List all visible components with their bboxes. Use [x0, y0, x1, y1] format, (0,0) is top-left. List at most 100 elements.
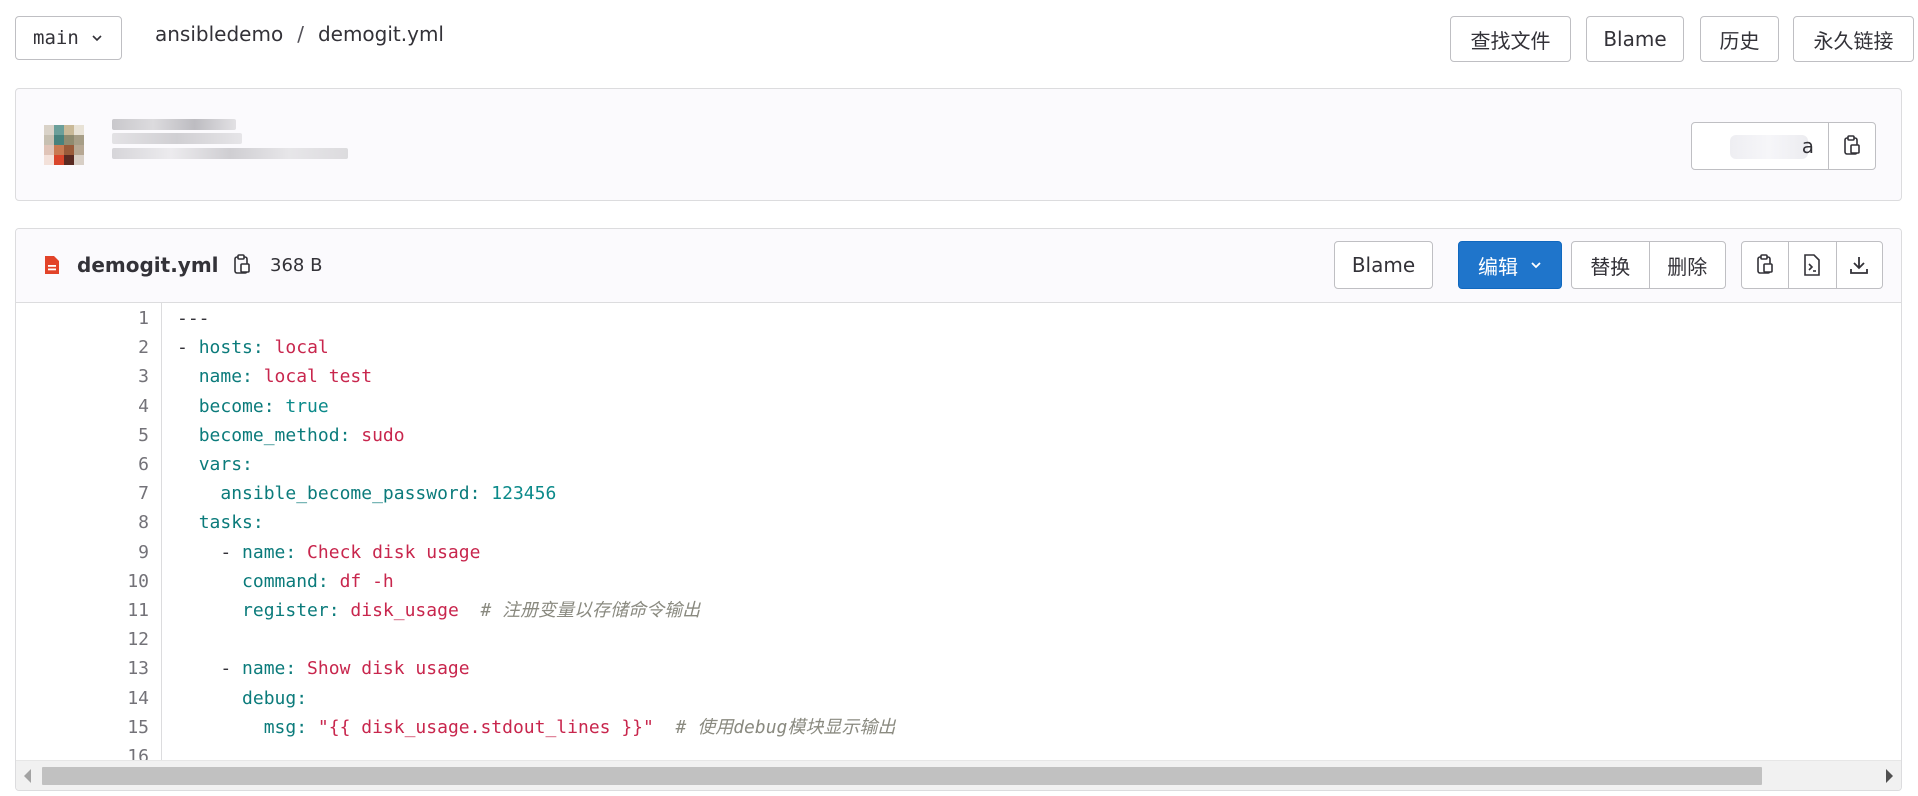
code-token: --- [177, 308, 210, 329]
line-number[interactable]: 7 [89, 479, 149, 508]
code-token: # 注册变量以存储命令输出 [458, 600, 701, 621]
code-token: tasks: [198, 512, 264, 534]
replace-delete-group: 替换 删除 [1571, 241, 1726, 289]
code-token: Check disk usage [296, 541, 481, 563]
file-icon [45, 256, 59, 274]
code-token: true [274, 395, 329, 417]
avatar[interactable] [38, 121, 90, 173]
open-raw-button[interactable] [1788, 242, 1835, 288]
code-line: - name: Show disk usage [177, 654, 470, 683]
line-number[interactable]: 4 [89, 392, 149, 421]
code-token: - [177, 541, 243, 563]
line-number[interactable]: 1 [89, 304, 149, 333]
raw-file-icon [1804, 254, 1821, 276]
code-token: name: [242, 658, 297, 680]
scrollbar-thumb[interactable] [42, 767, 1762, 785]
edit-label: 编辑 [1478, 254, 1518, 279]
code-line: msg: "{{ disk_usage.stdout_lines }}" # 使… [177, 713, 896, 742]
breadcrumb: ansibledemo / demogit.yml [155, 22, 444, 46]
delete-button[interactable]: 删除 [1648, 242, 1726, 288]
file-size: 368 B [270, 255, 323, 276]
line-number[interactable]: 13 [89, 654, 149, 683]
code-line: name: local test [177, 362, 372, 391]
line-number[interactable]: 16 [89, 742, 149, 761]
branch-selector[interactable]: main [15, 16, 122, 60]
chevron-down-icon [1531, 262, 1541, 269]
code-token: msg: [263, 716, 308, 738]
line-number[interactable]: 14 [89, 684, 149, 713]
last-commit-panel: a [15, 88, 1902, 201]
line-number[interactable]: 8 [89, 508, 149, 537]
code-token: name: [198, 366, 253, 388]
branch-name: main [33, 27, 79, 49]
code-token: - [177, 658, 243, 680]
breadcrumb-separator: / [297, 22, 304, 46]
file-viewer: demogit.yml 368 B Blame 编辑 替换 删除 1234567… [15, 228, 1902, 791]
code-token: - [177, 337, 199, 359]
copy-contents-button[interactable] [1742, 242, 1788, 288]
find-file-button[interactable]: 查找文件 [1450, 16, 1571, 62]
code-token: local [263, 337, 329, 359]
history-button[interactable]: 历史 [1700, 16, 1779, 62]
code-token: # 使用debug模块显示输出 [653, 716, 896, 738]
breadcrumb-project-link[interactable]: ansibledemo [155, 22, 283, 46]
code-token: name: [242, 541, 297, 563]
line-number[interactable]: 2 [89, 333, 149, 362]
replace-button[interactable]: 替换 [1572, 242, 1649, 288]
copy-sha-button[interactable] [1829, 123, 1875, 169]
chevron-down-icon [92, 35, 102, 42]
code-token: sudo [350, 424, 405, 446]
copy-icon [1757, 254, 1773, 274]
breadcrumb-file-link[interactable]: demogit.yml [318, 22, 444, 46]
line-number[interactable]: 9 [89, 538, 149, 567]
commit-title-redacted [112, 119, 236, 130]
horizontal-scrollbar[interactable] [16, 760, 1901, 790]
line-number-gutter: 1 2 3 4 5 6 7 8 9 10 11 12 13 14 15 16 [16, 303, 162, 761]
permalink-button[interactable]: 永久链接 [1793, 16, 1914, 62]
copy-path-icon[interactable] [232, 253, 252, 277]
code-token: command: [242, 570, 329, 592]
code-token: ansible_become_password: [220, 483, 481, 505]
line-number[interactable]: 10 [89, 567, 149, 596]
code-token: 123456 [480, 483, 557, 505]
code-line: become: true [177, 392, 329, 421]
code-token: vars: [198, 454, 253, 475]
scroll-left-arrow[interactable] [24, 769, 31, 783]
code-token: disk_usage [339, 600, 459, 621]
code-line: vars: [177, 450, 253, 479]
commit-sha[interactable]: a [1692, 123, 1829, 169]
download-button[interactable] [1835, 242, 1882, 288]
blame-button[interactable]: Blame [1334, 241, 1433, 289]
edit-dropdown-button[interactable]: 编辑 [1458, 241, 1562, 289]
code-token: register: [242, 600, 340, 621]
line-number[interactable]: 5 [89, 421, 149, 450]
line-number[interactable]: 12 [89, 625, 149, 654]
code-token: df -h [328, 570, 394, 592]
scroll-right-arrow[interactable] [1886, 769, 1893, 783]
code-line: become_method: sudo [177, 421, 405, 450]
code-line: register: disk_usage # 注册变量以存储命令输出 [177, 596, 700, 625]
code-view: 1 2 3 4 5 6 7 8 9 10 11 12 13 14 15 16 --- - hosts: loca… [16, 303, 1901, 761]
line-number[interactable]: 3 [89, 362, 149, 391]
code-token: Show disk usage [296, 658, 470, 680]
line-number[interactable]: 6 [89, 450, 149, 479]
code-token: local test [252, 366, 373, 388]
blame-top-button[interactable]: Blame [1586, 16, 1684, 62]
code-token: debug: [242, 687, 308, 709]
code-line: command: df -h [177, 567, 394, 596]
commit-sha-group: a [1691, 122, 1876, 170]
code-line: - name: Check disk usage [177, 538, 480, 567]
line-number[interactable]: 11 [89, 596, 149, 625]
download-icon [1850, 257, 1869, 274]
code-line: debug: [177, 684, 307, 713]
line-number[interactable]: 15 [89, 713, 149, 742]
code-token: "{{ disk_usage.stdout_lines }}" [307, 716, 654, 738]
